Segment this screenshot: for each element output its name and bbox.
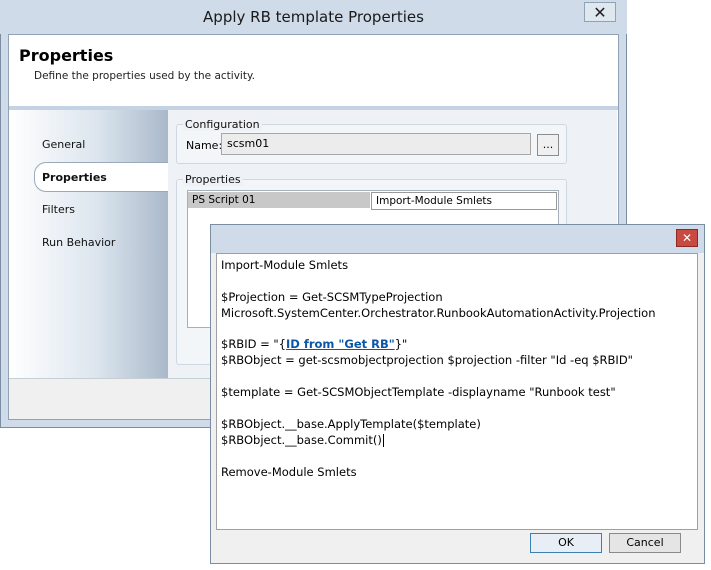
script-line: $RBObject.__base.ApplyTemplate($template… [221,417,481,431]
published-data-token[interactable]: ID from "Get RB" [286,337,395,351]
text-caret [382,434,384,447]
page-description: Define the properties used by the activi… [34,70,256,82]
window-title: Apply RB template Properties [203,8,424,26]
sidebar-item-filters[interactable]: Filters [42,203,75,216]
dialog-close-icon[interactable]: ✕ [676,229,698,247]
page-title: Properties [19,46,114,65]
script-line: $RBObject = get-scsmobjectprojection $pr… [221,353,633,367]
script-line: $Projection = Get-SCSMTypeProjection [221,290,443,304]
property-name-cell[interactable]: PS Script 01 [188,192,370,208]
sidebar-item-run-behavior[interactable]: Run Behavior [42,236,115,249]
script-line: $template = Get-SCSMObjectTemplate -disp… [221,385,616,399]
script-text: $RBObject.__base.Commit() [221,433,382,447]
sidebar-item-properties[interactable]: Properties [42,171,107,184]
close-icon[interactable]: ✕ [584,2,616,22]
script-line-commit: $RBObject.__base.Commit() [221,433,384,447]
script-line-rbid: $RBID = "{ID from "Get RB"}" [221,337,407,351]
property-value-cell[interactable]: Import-Module Smlets [371,192,557,210]
browse-button[interactable]: ... [537,134,559,156]
name-input[interactable]: scsm01 [221,133,531,155]
dialog-titlebar[interactable] [211,225,704,253]
properties-group-label: Properties [183,173,243,186]
script-text: $RBID = "{ [221,337,286,351]
script-line: Import-Module Smlets [221,258,349,272]
script-line: Remove-Module Smlets [221,465,357,479]
sidebar-item-general[interactable]: General [42,138,85,151]
script-line: Microsoft.SystemCenter.Orchestrator.Runb… [221,306,656,320]
cancel-button[interactable]: Cancel [609,533,681,553]
script-text: }" [394,337,408,351]
name-label: Name: [186,139,223,152]
configuration-group-label: Configuration [183,118,262,131]
ok-button[interactable]: OK [530,533,602,553]
